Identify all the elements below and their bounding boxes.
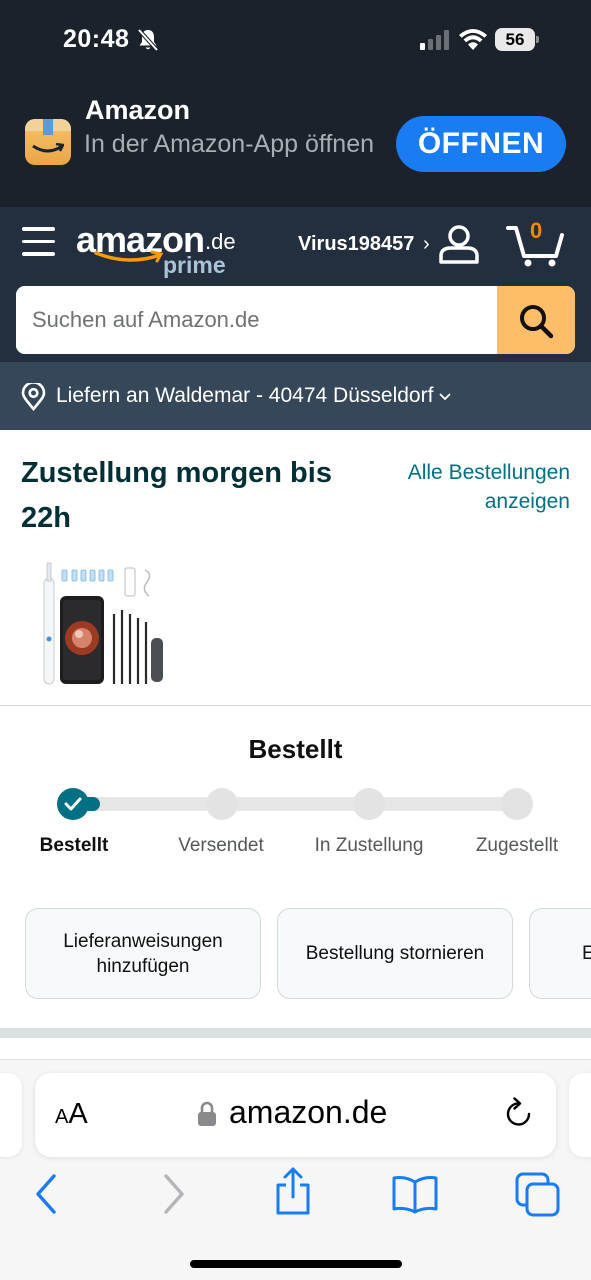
share-icon[interactable] — [274, 1166, 312, 1216]
search-icon — [520, 305, 554, 339]
user-icon[interactable] — [438, 223, 480, 265]
progress-track — [74, 797, 518, 811]
step-label-out-for-delivery: In Zustellung — [314, 835, 424, 856]
status-time: 20:48 — [63, 25, 130, 53]
step-label-delivered: Zugestellt — [475, 835, 559, 856]
section-divider — [0, 705, 591, 706]
tabs-icon[interactable] — [515, 1172, 561, 1218]
battery-level: 56 — [495, 28, 535, 51]
battery-cap — [536, 36, 539, 43]
url-text[interactable]: amazon.de — [229, 1094, 387, 1131]
more-actions-label: E — [582, 943, 591, 964]
account-name[interactable]: Virus198457 — [298, 233, 414, 256]
forward-icon[interactable] — [161, 1172, 187, 1216]
product-image[interactable] — [37, 560, 167, 690]
account-chevron: › — [423, 233, 430, 255]
more-actions-button[interactable]: E — [529, 908, 591, 999]
bell-muted-icon — [137, 28, 159, 52]
step-dot-out-for-delivery — [353, 788, 385, 820]
order-status-title: Bestellt — [248, 734, 343, 764]
delivery-location-text[interactable]: Liefern an Waldemar - 40474 Düsseldorf — [56, 384, 433, 408]
amazon-app-icon — [25, 119, 71, 165]
banner-app-name: Amazon — [85, 95, 191, 125]
cellular-signal-icon — [420, 30, 449, 50]
text-size-large-a: A — [68, 1098, 88, 1130]
next-tab-preview[interactable] — [569, 1073, 591, 1157]
cancel-order-label: Bestellung stornieren — [305, 943, 485, 964]
previous-tab-preview[interactable] — [0, 1073, 22, 1157]
back-icon[interactable] — [33, 1172, 59, 1216]
wifi-icon — [459, 29, 487, 50]
hamburger-menu-icon[interactable] — [22, 227, 55, 259]
logo-prime: prime — [163, 252, 226, 278]
step-dot-delivered — [501, 788, 533, 820]
delivery-title: Zustellung morgen bis 22h — [21, 457, 332, 534]
add-delivery-instructions-label: Lieferanweisungen hinzufügen — [63, 930, 223, 977]
checkmark-icon — [64, 797, 82, 811]
open-in-app-button[interactable]: ÖFFNEN — [396, 116, 566, 172]
search-input[interactable] — [16, 286, 497, 354]
home-indicator[interactable] — [190, 1260, 402, 1268]
bookmarks-icon[interactable] — [391, 1174, 439, 1214]
banner-subtitle: In der Amazon-App öffnen — [84, 130, 375, 158]
all-orders-link[interactable]: Alle Bestellungen anzeigen — [380, 458, 570, 516]
section-separator — [0, 1028, 591, 1038]
search-bar — [16, 286, 575, 354]
lock-icon — [198, 1101, 216, 1126]
location-pin-icon — [21, 383, 46, 411]
step-label-shipped: Versendet — [178, 835, 264, 856]
cancel-order-button[interactable]: Bestellung stornieren — [277, 908, 513, 999]
text-size-small-a: A — [55, 1106, 69, 1128]
reload-icon[interactable] — [503, 1097, 535, 1131]
search-button[interactable] — [497, 286, 575, 354]
amazon-prime-logo[interactable]: amazon .de prime — [76, 219, 246, 279]
text-size-button[interactable]: AA — [55, 1098, 88, 1131]
step-dot-shipped — [206, 788, 238, 820]
chevron-down-icon — [439, 393, 451, 401]
step-dot-ordered — [57, 788, 89, 820]
add-delivery-instructions-button[interactable]: Lieferanweisungen hinzufügen — [25, 908, 261, 999]
battery-indicator: 56 — [495, 28, 540, 51]
step-label-ordered: Bestellt — [39, 835, 109, 856]
smile-arrow-icon — [94, 250, 164, 263]
cart-count-badge: 0 — [530, 218, 543, 243]
